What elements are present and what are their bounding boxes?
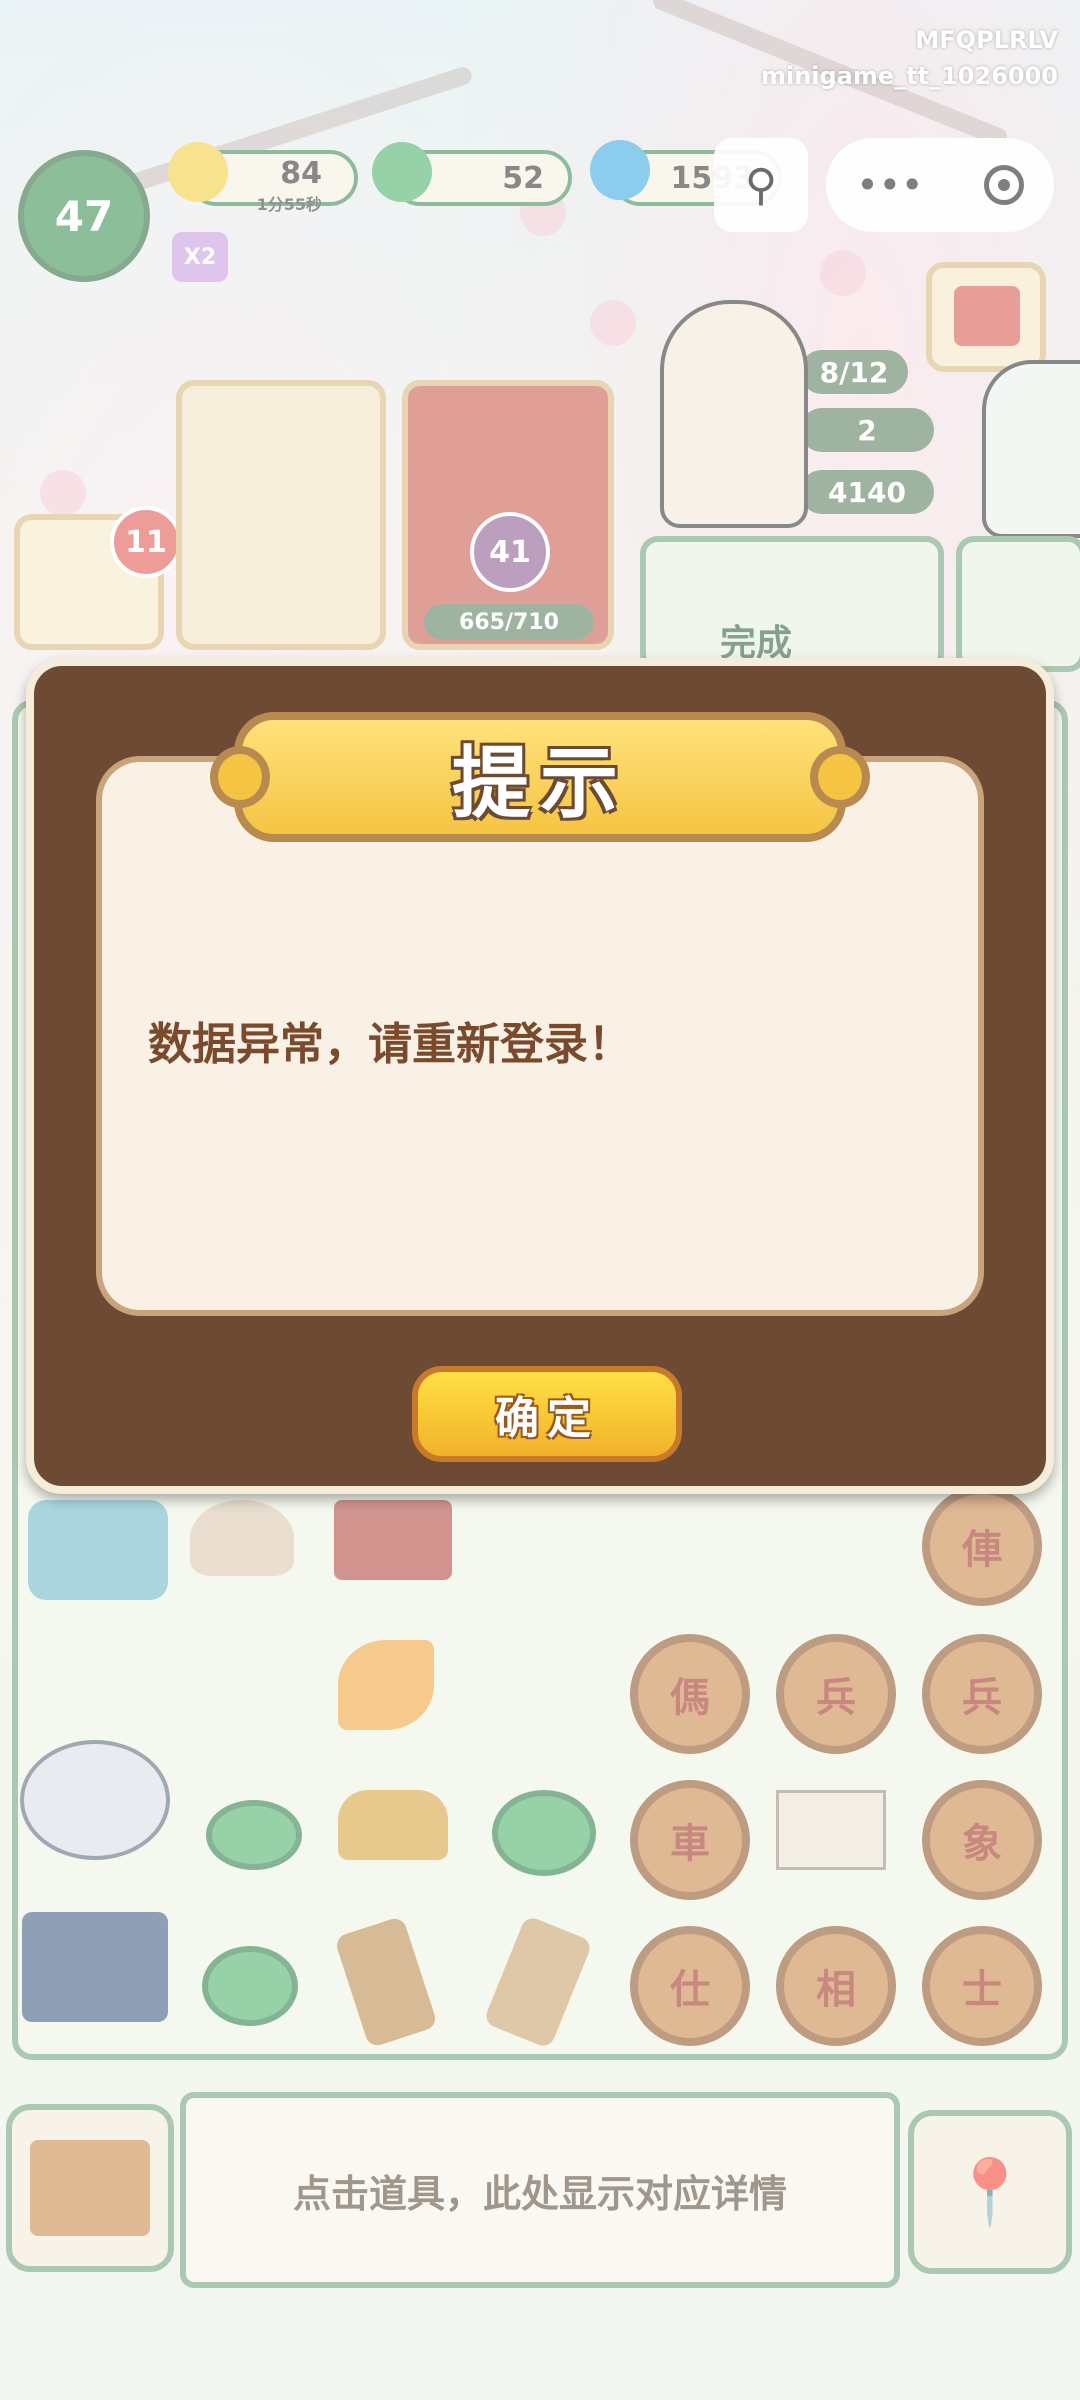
- dialog-message: 数据异常，请重新登录！: [148, 1019, 632, 1070]
- alert-dialog: 数据异常，请重新登录！ 提示 确定: [26, 658, 1054, 1494]
- dialog-title: 提示: [451, 739, 628, 829]
- dialog-title-plate: 提示: [210, 712, 870, 842]
- confirm-button[interactable]: 确定: [412, 1366, 682, 1462]
